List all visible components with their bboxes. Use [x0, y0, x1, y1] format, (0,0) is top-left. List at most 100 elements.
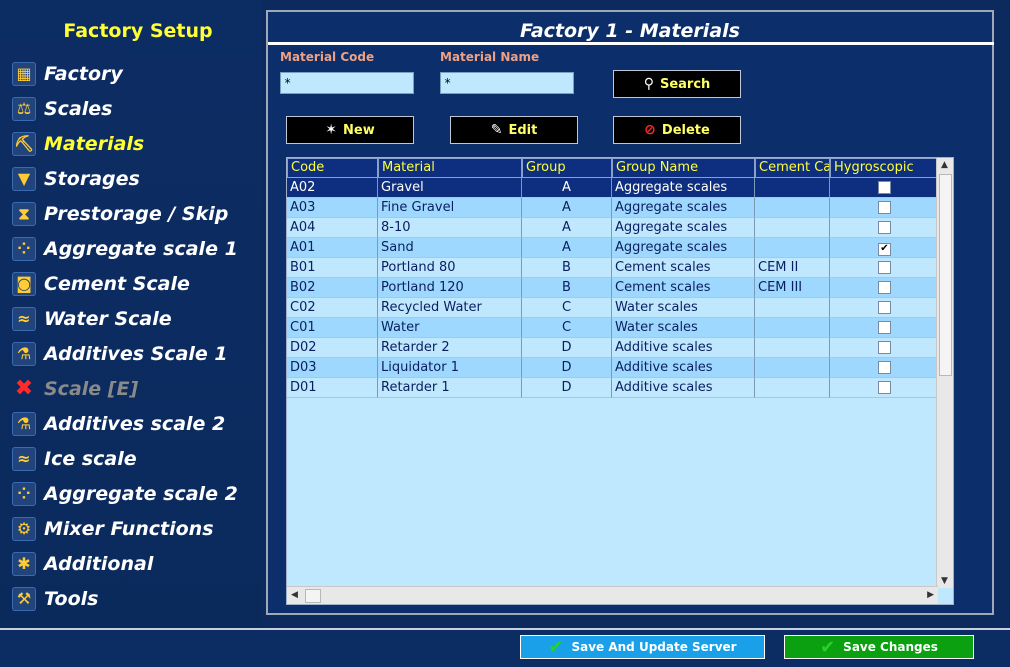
sidebar-item-label: Additives scale 2 [44, 412, 226, 435]
cell-material: Fine Gravel [378, 198, 522, 218]
material-code-input[interactable] [280, 72, 414, 94]
table-row[interactable]: D01 Retarder 1 D Additive scales [287, 378, 940, 398]
horizontal-scroll-thumb[interactable] [305, 589, 321, 603]
cell-material: Liquidator 1 [378, 358, 522, 378]
scroll-up-icon[interactable]: ▲ [941, 160, 948, 170]
grid-body: A02 Gravel A Aggregate scales A03 Fine Gravel… [287, 178, 940, 398]
scroll-left-icon[interactable]: ◀ [291, 590, 298, 600]
hygroscopic-checkbox[interactable] [878, 381, 891, 394]
delete-button[interactable]: ⊘ Delete [613, 116, 741, 144]
sidebar-item-label: Scales [44, 97, 113, 120]
table-row[interactable]: D03 Liquidator 1 D Additive scales [287, 358, 940, 378]
sidebar-item-tools[interactable]: ⚒ Tools [12, 581, 238, 616]
sidebar-item-label: Cement Scale [44, 272, 190, 295]
cell-cement [755, 378, 830, 398]
sidebar-item-additional[interactable]: ✱ Additional [12, 546, 238, 581]
scales-icon: ⚖ [12, 96, 36, 121]
cell-code: A03 [287, 198, 378, 218]
sidebar-item-aggregate-scale-2[interactable]: ⁘ Aggregate scale 2 [12, 476, 238, 511]
cell-hygroscopic [830, 318, 940, 338]
column-header[interactable]: Cement Ca [755, 158, 830, 178]
materials-grid: Code Material Group Group Name Cement Ca Hygr… [286, 157, 954, 605]
table-row[interactable]: C01 Water C Water scales [287, 318, 940, 338]
sidebar-item-materials[interactable]: ⛏ Materials [12, 126, 238, 161]
sidebar-item-mixer-functions[interactable]: ⚙ Mixer Functions [12, 511, 238, 546]
vertical-scrollbar[interactable]: ▲ ▼ [936, 158, 953, 588]
hygroscopic-checkbox[interactable] [878, 321, 891, 334]
material-name-input[interactable] [440, 72, 574, 94]
cell-group: D [522, 338, 612, 358]
sidebar-item-additives-scale-2[interactable]: ⚗ Additives scale 2 [12, 406, 238, 441]
table-row[interactable]: B02 Portland 120 B Cement scales CEM III [287, 278, 940, 298]
edit-button[interactable]: ✎ Edit [450, 116, 578, 144]
cell-hygroscopic [830, 378, 940, 398]
table-row[interactable]: A01 Sand A Aggregate scales ✔ [287, 238, 940, 258]
sidebar-item-cement-scale[interactable]: ◙ Cement Scale [12, 266, 238, 301]
new-button[interactable]: ✶ New [286, 116, 414, 144]
cell-cement [755, 218, 830, 238]
scroll-right-icon[interactable]: ▶ [927, 590, 934, 600]
cell-group: C [522, 298, 612, 318]
cell-material: Sand [378, 238, 522, 258]
cell-group-name: Additive scales [612, 378, 755, 398]
cell-cement [755, 178, 830, 198]
vertical-scroll-thumb[interactable] [939, 174, 952, 376]
hygroscopic-checkbox[interactable] [878, 181, 891, 194]
checkmark-icon: ✔ [548, 636, 564, 658]
cell-hygroscopic [830, 298, 940, 318]
sidebar-item-water-scale[interactable]: ≈ Water Scale [12, 301, 238, 336]
cell-code: D03 [287, 358, 378, 378]
column-header[interactable]: Material [378, 158, 522, 178]
hygroscopic-checkbox[interactable] [878, 201, 891, 214]
cell-group-name: Water scales [612, 298, 755, 318]
cell-hygroscopic [830, 198, 940, 218]
table-row[interactable]: A03 Fine Gravel A Aggregate scales [287, 198, 940, 218]
cell-cement [755, 238, 830, 258]
hygroscopic-checkbox[interactable] [878, 261, 891, 274]
cell-group-name: Aggregate scales [612, 178, 755, 198]
sidebar-item-storages[interactable]: ▼ Storages [12, 161, 238, 196]
hygroscopic-checkbox[interactable] [878, 361, 891, 374]
save-changes-button[interactable]: ✔ Save Changes [784, 635, 974, 659]
save-and-update-server-label: Save And Update Server [571, 640, 737, 654]
sidebar-item-scales[interactable]: ⚖ Scales [12, 91, 238, 126]
horizontal-scrollbar[interactable]: ◀ ▶ [287, 586, 938, 604]
cell-group: B [522, 278, 612, 298]
hygroscopic-checkbox[interactable] [878, 341, 891, 354]
new-icon: ✶ [325, 122, 337, 138]
save-and-update-server-button[interactable]: ✔ Save And Update Server [520, 635, 765, 659]
column-header[interactable]: Hygroscopic [830, 158, 940, 178]
table-row[interactable]: B01 Portland 80 B Cement scales CEM II [287, 258, 940, 278]
sidebar-item-additives-scale-1[interactable]: ⚗ Additives Scale 1 [12, 336, 238, 371]
sidebar-item-scale-e[interactable]: ✖ Scale [E] [12, 371, 238, 406]
table-row[interactable]: A02 Gravel A Aggregate scales [287, 178, 940, 198]
sidebar-item-label: Aggregate scale 2 [44, 482, 238, 505]
grid-header: Code Material Group Group Name Cement Ca Hygr… [287, 158, 940, 178]
aggregate-icon: ⁘ [12, 236, 36, 261]
hygroscopic-checkbox[interactable] [878, 301, 891, 314]
hygroscopic-checkbox[interactable] [878, 221, 891, 234]
factory-icon: ▦ [12, 61, 36, 86]
cell-cement [755, 318, 830, 338]
sidebar-item-aggregate-scale-1[interactable]: ⁘ Aggregate scale 1 [12, 231, 238, 266]
column-header[interactable]: Group [522, 158, 612, 178]
sidebar-item-label: Storages [44, 167, 140, 190]
scroll-down-icon[interactable]: ▼ [941, 576, 948, 586]
hygroscopic-checkbox[interactable] [878, 281, 891, 294]
cell-code: A02 [287, 178, 378, 198]
storages-icon: ▼ [12, 166, 36, 191]
sidebar-item-ice-scale[interactable]: ≈ Ice scale [12, 441, 238, 476]
cell-material: Gravel [378, 178, 522, 198]
edit-icon: ✎ [490, 122, 503, 138]
sidebar-item-prestorage-skip[interactable]: ⧗ Prestorage / Skip [12, 196, 238, 231]
sidebar-item-factory[interactable]: ▦ Factory [12, 56, 238, 91]
table-row[interactable]: A04 8-10 A Aggregate scales [287, 218, 940, 238]
column-header[interactable]: Code [287, 158, 378, 178]
column-header[interactable]: Group Name [612, 158, 755, 178]
hygroscopic-checkbox[interactable]: ✔ [878, 243, 891, 256]
cell-group: A [522, 198, 612, 218]
table-row[interactable]: D02 Retarder 2 D Additive scales [287, 338, 940, 358]
search-button[interactable]: ⚲ Search [613, 70, 741, 98]
sidebar-item-label: Factory [44, 62, 123, 85]
table-row[interactable]: C02 Recycled Water C Water scales [287, 298, 940, 318]
